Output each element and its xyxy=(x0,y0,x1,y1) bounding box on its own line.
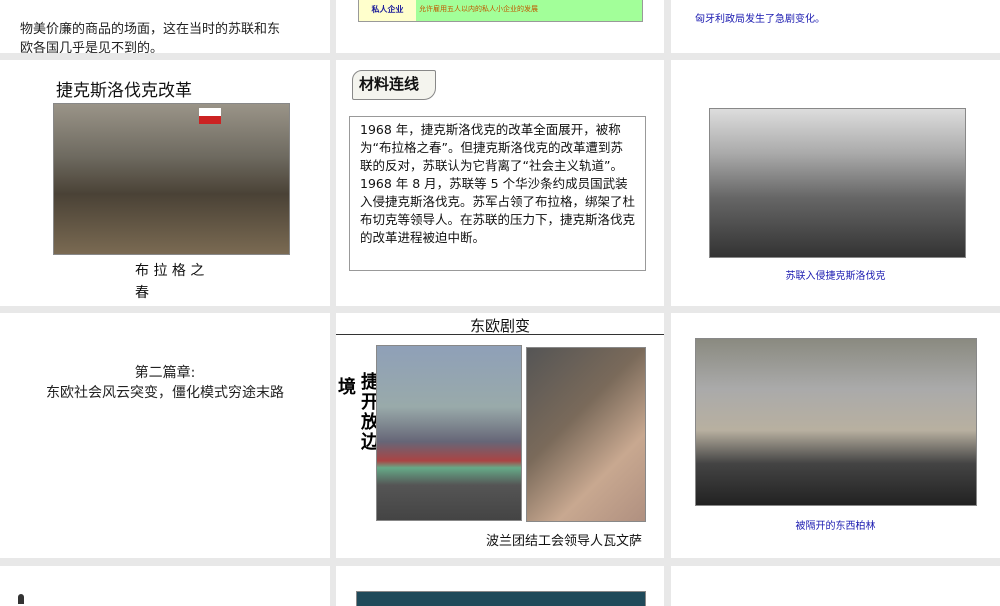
soviet-tank-photo xyxy=(709,108,966,258)
slide-thumbnail-12[interactable] xyxy=(671,566,1000,606)
slide-thumbnail-4[interactable]: 捷克斯洛伐克改革 布 拉 格 之 春 xyxy=(0,60,330,306)
table-row-text: 允许雇用五人以内的私人小企业的发展 xyxy=(416,0,642,21)
material-badge: 材料连线 xyxy=(352,70,436,100)
slide-caption: 波兰团结工会领导人瓦文萨 xyxy=(486,534,643,549)
slide-title: 东欧剧变 xyxy=(469,317,530,335)
slide-caption: 春 xyxy=(135,285,149,301)
material-text: 1968 年，捷克斯洛伐克的改革全面展开，被称为“布拉格之春”。但捷克斯洛伐克的… xyxy=(349,116,646,271)
slide-title: 捷克斯洛伐克改革 xyxy=(56,81,192,101)
slide-thumbnail-9[interactable]: 被隔开的东西柏林 xyxy=(671,313,1000,558)
berlin-wall-photo xyxy=(695,338,977,506)
slide-caption: 苏联入侵捷克斯洛伐克 xyxy=(785,271,886,282)
title-underline xyxy=(336,334,664,335)
table-row-label: 私人企业 xyxy=(359,0,416,21)
slide-photo xyxy=(356,591,646,606)
slide-thumbnail-7[interactable]: 第二篇章: 东欧社会风云突变，僵化模式穷途末路 xyxy=(0,313,330,558)
slide-thumbnail-6[interactable]: 苏联入侵捷克斯洛伐克 xyxy=(671,60,1000,306)
slide-image-fragment xyxy=(18,594,24,604)
slide-thumbnail-1[interactable]: 物美价廉的商品的场面，这在当时的苏联和东 欧各国几乎是见不到的。 xyxy=(0,0,330,53)
walesa-photo xyxy=(526,347,646,522)
slide-caption: 匈牙利政局发生了急剧变化。 xyxy=(695,14,825,25)
slide-thumbnail-2[interactable]: 私人企业 允许雇用五人以内的私人小企业的发展 xyxy=(336,0,664,53)
slide-caption: 布 拉 格 之 xyxy=(135,263,205,279)
prague-spring-photo xyxy=(53,103,290,255)
side-text: 境 xyxy=(338,377,356,398)
slide-text-line: 物美价廉的商品的场面，这在当时的苏联和东 xyxy=(20,22,281,37)
slide-thumbnail-8[interactable]: 东欧剧变 境 捷开放边 波兰团结工会领导人瓦文萨 xyxy=(336,313,664,558)
slide-caption: 被隔开的东西柏林 xyxy=(795,521,876,532)
border-guard-photo xyxy=(376,345,522,521)
slide-thumbnail-3[interactable]: 匈牙利政局发生了急剧变化。 xyxy=(671,0,1000,53)
slide-text-line: 欧各国几乎是见不到的。 xyxy=(20,41,164,53)
chapter-title: 东欧社会风云突变，僵化模式穷途末路 xyxy=(46,385,284,401)
chapter-label: 第二篇章: xyxy=(134,365,196,381)
slide-thumbnail-10[interactable] xyxy=(0,566,330,606)
slide-thumbnail-11[interactable] xyxy=(336,566,664,606)
slide-thumbnail-5[interactable]: 材料连线 1968 年，捷克斯洛伐克的改革全面展开，被称为“布拉格之春”。但捷克… xyxy=(336,60,664,306)
